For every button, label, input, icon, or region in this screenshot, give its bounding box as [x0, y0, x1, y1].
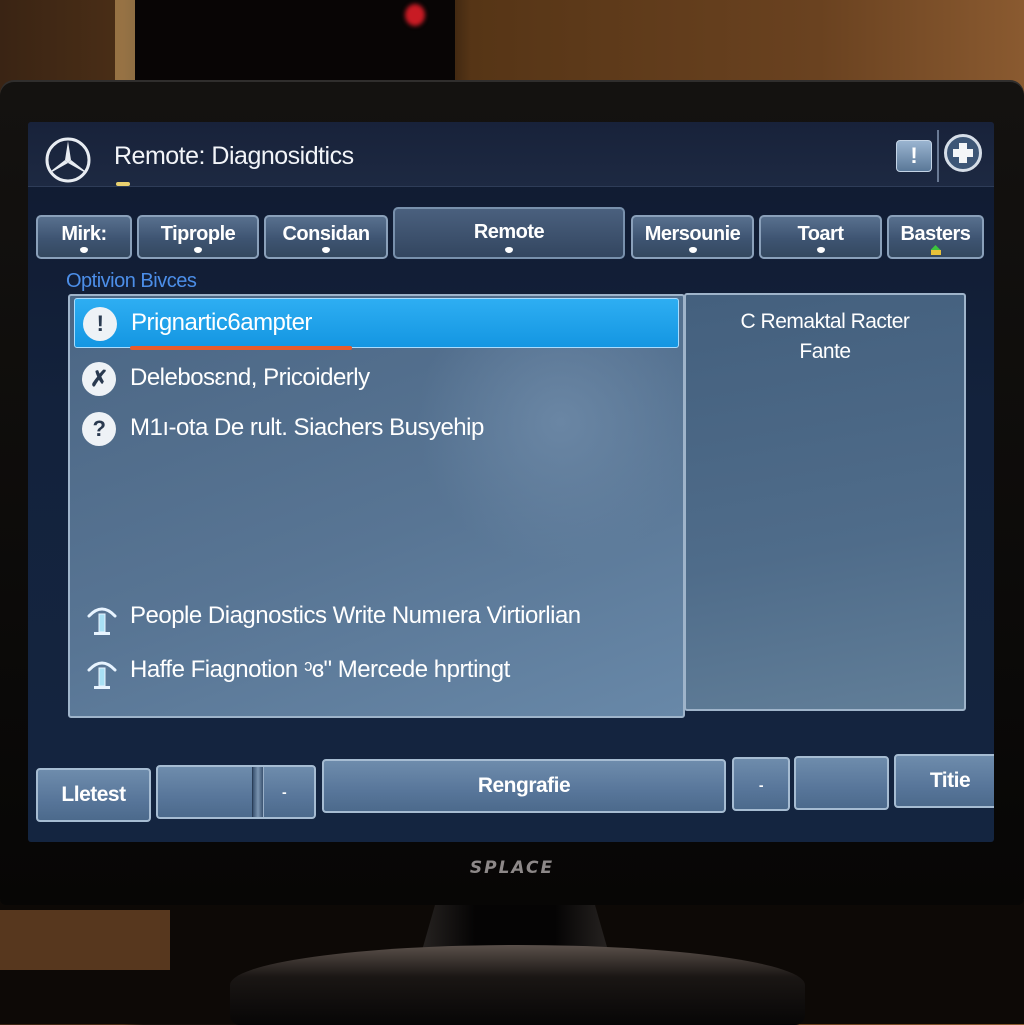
tab-label: Toart [797, 223, 844, 245]
minus-button[interactable]: - [732, 757, 790, 811]
tab-basters[interactable]: Basters [887, 215, 984, 259]
slider-handle[interactable] [252, 767, 264, 817]
tab-label: Mirk: [61, 223, 107, 245]
tab-label: Considan [282, 223, 370, 245]
tab-toart[interactable]: Toart [759, 215, 882, 259]
tab-dot-icon [194, 247, 202, 253]
blank-button[interactable] [794, 756, 889, 810]
titlebar-divider [937, 130, 939, 182]
monitor-brand-label: SPLACE [469, 858, 555, 878]
list-item-label: Prignartic6ampter [131, 309, 312, 336]
title-indicator [116, 182, 130, 186]
details-title-line1: C Remaktal Racter [740, 310, 910, 333]
list-item-label: People Diagnostics Write Numıera Virtior… [130, 602, 581, 629]
button-label: Rengrafie [477, 774, 571, 797]
tab-mersounie[interactable]: Mersounie [631, 215, 754, 259]
tab-remote[interactable]: Remote [393, 207, 625, 259]
section-label: Optivion Bivces [66, 270, 197, 292]
list-item-label: Delebosɛnd, Pricoiderly [130, 364, 370, 391]
slider-minus-label: - [282, 784, 287, 800]
antenna-icon [87, 661, 117, 689]
list-item-label: M1ı-ota De rult. Siachers Busyehip [130, 414, 484, 441]
alert-button[interactable]: ! [896, 140, 932, 172]
tab-dot-icon [80, 247, 88, 253]
exclamation-icon: ! [910, 143, 918, 168]
tab-label: Mersounie [644, 223, 741, 245]
list-item[interactable]: ✗ Delebosɛnd, Pricoiderly [74, 354, 679, 404]
upload-badge-icon [930, 245, 941, 255]
background-wall [0, 910, 170, 970]
tab-label: Remote [473, 221, 545, 243]
details-title: C Remaktal Racter Fante [686, 307, 964, 367]
button-label: Titie [929, 769, 971, 792]
detest-button[interactable]: Lletest [36, 768, 151, 822]
options-list: ! Prignartic6ampter ✗ Delebosɛnd, Pricoi… [68, 294, 685, 718]
tab-tiprople[interactable]: Tiprople [137, 215, 259, 259]
details-panel: C Remaktal Racter Fante [684, 293, 966, 711]
app-title: Remote: Diagnosidtics [114, 142, 354, 170]
tab-dot-icon [816, 247, 825, 253]
rengrafie-button[interactable]: Rengrafie [322, 759, 726, 813]
title-button[interactable]: Titie [894, 754, 994, 808]
screen: Remote: Diagnosidtics ! Mirk: Tiprople C… [28, 122, 994, 842]
antenna-icon [87, 607, 117, 635]
tab-label: Basters [900, 223, 971, 245]
minus-icon: - [758, 777, 764, 793]
background-red-led [405, 4, 425, 26]
tab-dot-icon [688, 247, 697, 253]
background-shelf [115, 0, 135, 80]
button-label: Lletest [61, 783, 126, 806]
selected-underline [130, 346, 352, 350]
tools-icon: ✗ [82, 362, 116, 396]
title-bar: Remote: Diagnosidtics ! [28, 122, 994, 187]
monitor-stand-base [230, 945, 805, 1025]
exclamation-icon: ! [83, 307, 117, 341]
add-button[interactable] [944, 134, 982, 172]
list-item-selected[interactable]: ! Prignartic6ampter [74, 298, 679, 348]
question-icon: ? [82, 412, 116, 446]
slider-control[interactable]: - [156, 765, 316, 819]
mercedes-star-icon [45, 137, 91, 183]
tab-mirk[interactable]: Mirk: [36, 215, 132, 259]
tab-considan[interactable]: Considan [264, 215, 388, 259]
tab-dot-icon [322, 247, 330, 253]
tab-label: Tiprople [160, 223, 236, 245]
list-item[interactable]: People Diagnostics Write Numıera Virtior… [74, 592, 679, 642]
tab-dot-icon [505, 247, 513, 253]
list-item-label: Haffe Fiagnotion ᵓɞ" Mercede hprtingt [130, 656, 510, 683]
list-item[interactable]: Haffe Fiagnotion ᵓɞ" Mercede hprtingt [74, 646, 679, 696]
list-item[interactable]: ? M1ı-ota De rult. Siachers Busyehip [74, 404, 679, 454]
details-title-line2: Fante [799, 340, 851, 363]
